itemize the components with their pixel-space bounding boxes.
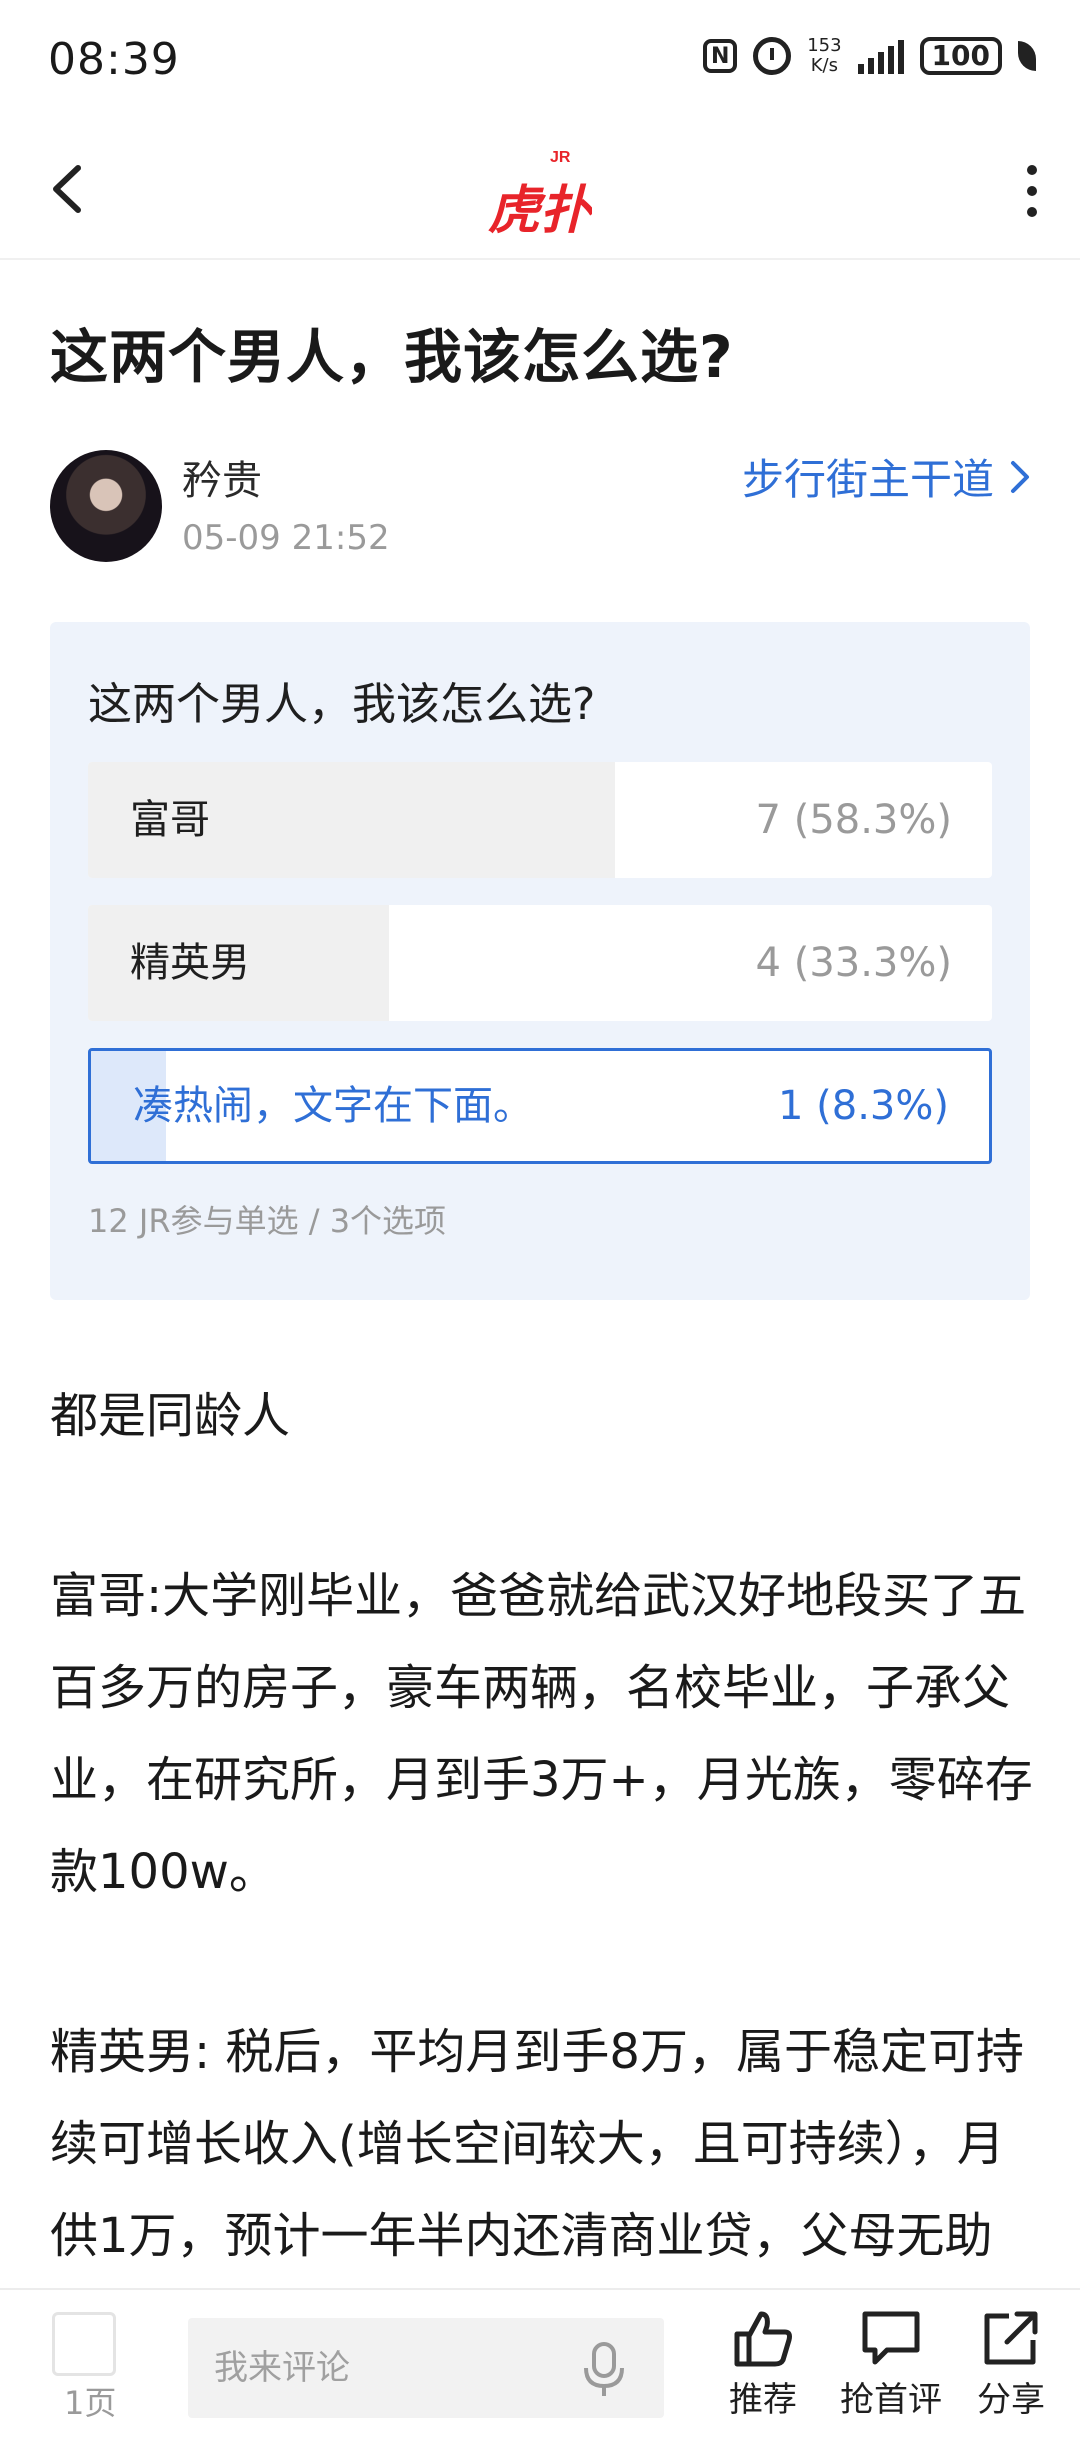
poll-option-count: 4 (33.3%) — [755, 940, 952, 986]
hupu-logo: JR 虎扑 — [488, 144, 596, 241]
network-speed-unit: K/s — [810, 55, 838, 76]
page-indicator[interactable]: 1页 — [64, 2378, 116, 2424]
poll-option-label: 富哥 — [130, 797, 210, 843]
poll-option[interactable]: 凑热闹，文字在下面。 1 (8.3%) — [88, 1048, 992, 1164]
leaf-icon — [1018, 41, 1036, 71]
status-icons: N 153 K/s 100 — [703, 36, 1036, 76]
poll-option-label: 凑热闹，文字在下面。 — [133, 1083, 533, 1129]
logo-badge: JR — [550, 149, 571, 166]
first-comment-button[interactable]: 抢首评 — [836, 2308, 946, 2421]
status-time: 08:39 — [48, 34, 180, 85]
signal-icon — [857, 38, 904, 74]
bottom-bar: 1页 我来评论 推荐 抢首评 分享 — [0, 2288, 1080, 2442]
page-indicator-icon[interactable] — [52, 2312, 116, 2376]
app-header: JR 虎扑 — [0, 120, 1080, 260]
first-comment-label: 抢首评 — [840, 2380, 942, 2420]
chevron-right-icon — [1011, 460, 1029, 493]
network-speed-value: 153 — [807, 35, 842, 56]
poll-option[interactable]: 富哥 7 (58.3%) — [88, 762, 992, 878]
battery-icon: 100 — [919, 37, 1002, 75]
share-label: 分享 — [977, 2380, 1045, 2420]
recommend-button[interactable]: 推荐 — [708, 2308, 818, 2421]
back-chevron-icon[interactable] — [40, 154, 100, 224]
status-bar: 08:39 N 153 K/s 100 — [0, 0, 1080, 120]
comment-placeholder: 我来评论 — [214, 2348, 350, 2388]
content-paragraph: 富哥:大学刚毕业，爸爸就给武汉好地段买了五百多万的房子，豪车两辆，名校毕业，子承… — [50, 1568, 1033, 1900]
network-speed: 153 K/s — [807, 36, 841, 76]
poll-option-count: 1 (8.3%) — [778, 1083, 949, 1129]
thumbs-up-icon — [734, 2311, 792, 2367]
poll-option[interactable]: 精英男 4 (33.3%) — [88, 905, 992, 1021]
logo-text: 虎扑 — [488, 181, 592, 240]
author-name[interactable]: 矜贵 — [182, 448, 262, 506]
poll-option-label: 精英男 — [130, 940, 250, 986]
alarm-icon — [753, 37, 792, 75]
recommend-label: 推荐 — [729, 2380, 797, 2420]
post-title: 这两个男人，我该怎么选? — [50, 323, 734, 391]
nfc-icon: N — [703, 39, 738, 73]
share-button[interactable]: 分享 — [956, 2308, 1066, 2421]
comment-input[interactable]: 我来评论 — [188, 2318, 664, 2418]
poll-card: 这两个男人，我该怎么选? 富哥 7 (58.3%) 精英男 4 (33.3%) … — [50, 622, 1030, 1300]
avatar[interactable] — [50, 450, 162, 562]
mic-icon[interactable] — [578, 2340, 630, 2400]
post-time: 05-09 21:52 — [182, 518, 390, 558]
comment-bubble-icon — [862, 2311, 920, 2365]
poll-question: 这两个男人，我该怎么选? — [88, 679, 596, 730]
poll-meta: 12 JR参与单选 / 3个选项 — [88, 1202, 447, 1240]
board-link[interactable]: 步行街主干道 — [742, 446, 1032, 507]
share-icon — [984, 2311, 1038, 2365]
more-vertical-icon[interactable] — [1012, 156, 1052, 226]
poll-option-count: 7 (58.3%) — [755, 797, 952, 843]
content-paragraph: 都是同龄人 — [50, 1388, 291, 1444]
board-link-label: 步行街主干道 — [741, 455, 994, 504]
